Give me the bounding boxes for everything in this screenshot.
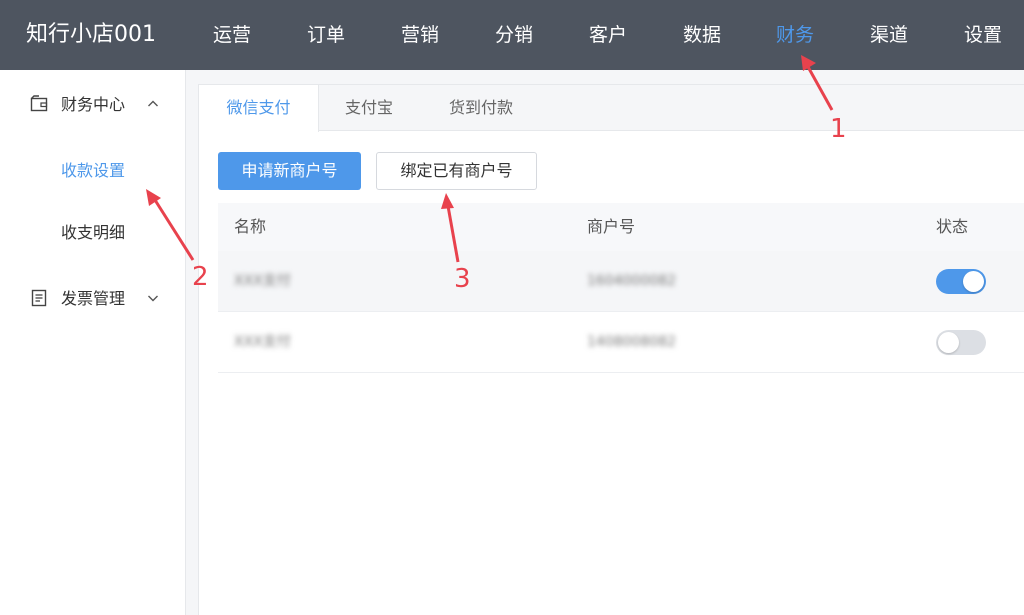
nav-orders[interactable]: 订单 xyxy=(307,22,345,48)
column-header-name: 名称 xyxy=(234,217,267,236)
nav-settings[interactable]: 设置 xyxy=(964,22,1002,48)
toggle-knob xyxy=(938,332,959,353)
chevron-down-icon xyxy=(148,295,158,302)
nav-marketing[interactable]: 营销 xyxy=(401,22,439,48)
bind-merchant-button[interactable]: 绑定已有商户号 xyxy=(376,152,537,190)
payment-tabs: 微信支付 支付宝 货到付款 xyxy=(199,85,1024,132)
row-name: XXX支付 xyxy=(234,273,291,289)
store-name: 知行小店001 xyxy=(26,22,156,47)
chevron-up-icon xyxy=(148,100,158,107)
column-header-merchant-id: 商户号 xyxy=(587,217,636,236)
main-panel: 微信支付 支付宝 货到付款 申请新商户号 绑定已有商户号 名称 商户号 状态 X… xyxy=(198,84,1024,615)
sidebar-group-invoice-management[interactable]: 发票管理 xyxy=(0,278,186,318)
nav-customers[interactable]: 客户 xyxy=(589,22,627,48)
sidebar-group-label: 发票管理 xyxy=(61,289,126,308)
row-name: XXX支付 xyxy=(234,334,291,350)
toggle-knob xyxy=(963,271,984,292)
nav-distribution[interactable]: 分销 xyxy=(495,22,533,48)
invoice-icon xyxy=(31,289,47,307)
apply-merchant-button[interactable]: 申请新商户号 xyxy=(218,152,361,190)
table-header: 名称 商户号 状态 xyxy=(218,203,1024,251)
sidebar: 财务中心 收款设置 收支明细 发票管理 xyxy=(0,70,186,615)
nav-operations[interactable]: 运营 xyxy=(213,22,251,48)
wallet-icon xyxy=(30,95,48,112)
row-merchant-id: 1408008082 xyxy=(587,334,677,350)
row-merchant-id: 1604000082 xyxy=(587,273,677,289)
status-toggle[interactable] xyxy=(936,330,986,355)
top-navigation-bar: 知行小店001 运营 订单 营销 分销 客户 数据 财务 渠道 设置 xyxy=(0,0,1024,70)
nav-data[interactable]: 数据 xyxy=(683,22,721,48)
status-toggle[interactable] xyxy=(936,269,986,294)
nav-finance[interactable]: 财务 xyxy=(776,22,814,48)
tab-alipay[interactable]: 支付宝 xyxy=(319,85,419,131)
table-row: XXX支付 1604000082 xyxy=(218,251,1024,312)
table-row: XXX支付 1408008082 xyxy=(218,312,1024,373)
sidebar-item-payment-settings[interactable]: 收款设置 xyxy=(61,160,125,182)
column-header-status: 状态 xyxy=(936,217,969,236)
tab-cash-on-delivery[interactable]: 货到付款 xyxy=(431,85,531,131)
sidebar-group-finance-center[interactable]: 财务中心 xyxy=(0,84,186,124)
tab-wechat-pay[interactable]: 微信支付 xyxy=(199,85,319,132)
sidebar-item-transactions[interactable]: 收支明细 xyxy=(61,222,125,244)
nav-channels[interactable]: 渠道 xyxy=(870,22,908,48)
sidebar-group-label: 财务中心 xyxy=(61,95,126,114)
